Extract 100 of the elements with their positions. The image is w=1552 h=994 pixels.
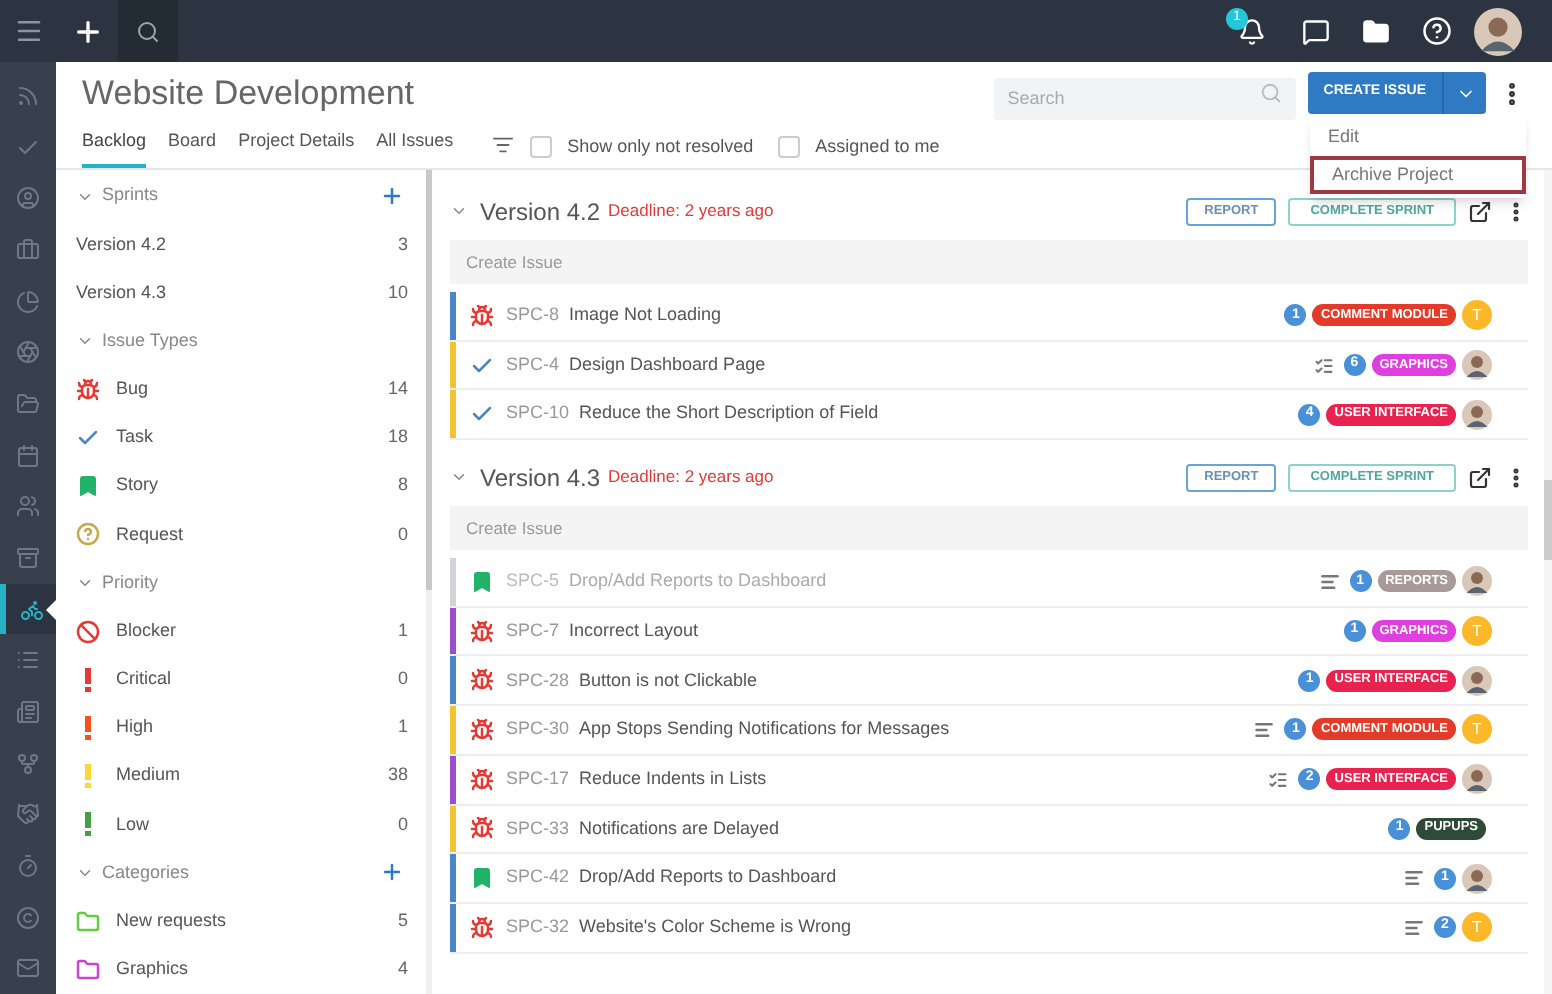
checkbox[interactable] <box>529 135 552 158</box>
assignee-avatar <box>1462 665 1492 696</box>
sprint-deadline: Deadline: 2 years ago <box>608 464 776 490</box>
sidebar-item[interactable]: Request 0 <box>76 510 408 559</box>
open-icon[interactable] <box>1468 199 1492 223</box>
nav-item[interactable] <box>0 583 56 635</box>
calendar-icon <box>16 443 40 468</box>
bug-icon <box>470 668 494 693</box>
feed-icon <box>16 83 40 108</box>
assignee-avatar <box>1462 399 1492 430</box>
issue-title: Website's Color Scheme is Wrong <box>579 913 853 940</box>
timer-icon <box>16 853 40 878</box>
search-button[interactable] <box>118 0 178 62</box>
help-icon[interactable] <box>1421 16 1451 46</box>
issue-key: SPC-10 <box>506 400 570 428</box>
sidebar-item[interactable]: High 1 <box>76 703 408 753</box>
briefcase-icon <box>16 237 40 262</box>
question-icon <box>76 522 100 547</box>
bug-icon <box>470 915 494 940</box>
folder-icon <box>16 391 40 416</box>
chevron-icon[interactable] <box>450 202 468 220</box>
issue-title: App Stops Sending Notifications for Messages <box>579 716 952 743</box>
section-title: Issue Types <box>102 327 200 354</box>
user-circle-icon <box>16 186 40 211</box>
menu-item[interactable]: Archive Project <box>1310 156 1526 194</box>
sidebar-item[interactable]: Version 4.2 3 <box>76 220 408 269</box>
sidebar-item[interactable]: Story 8 <box>76 462 408 511</box>
issue-title: Reduce the Short Description of Field <box>579 400 881 427</box>
dropdown-button[interactable] <box>1442 72 1486 114</box>
search-field[interactable]: Search <box>993 77 1296 119</box>
issue-title: Drop/Add Reports to Dashboard <box>579 864 839 891</box>
add-icon[interactable] <box>71 15 103 47</box>
sidebar-item[interactable]: New requests 5 <box>76 897 408 946</box>
bell-icon[interactable] <box>1238 17 1266 45</box>
bug-icon <box>470 303 494 328</box>
scrollbar[interactable] <box>426 170 432 590</box>
assignee-avatar <box>1462 863 1492 894</box>
assignee-avatar: T <box>1462 300 1492 331</box>
issue-key: SPC-30 <box>506 716 570 744</box>
check-icon <box>470 353 494 378</box>
sprint-deadline: Deadline: 2 years ago <box>608 198 776 224</box>
filter-label: Show only not resolved <box>567 133 754 160</box>
section-title: Priority <box>102 569 161 596</box>
tab[interactable]: Board <box>168 124 217 168</box>
sidebar-item[interactable]: Graphics 4 <box>76 945 408 994</box>
issue-title: Drop/Add Reports to Dashboard <box>569 568 829 595</box>
fork-icon <box>16 751 40 776</box>
chat-icon[interactable] <box>1302 17 1330 45</box>
aperture-icon <box>16 340 40 365</box>
issue-key: SPC-28 <box>506 667 570 695</box>
checkbox[interactable] <box>777 135 800 158</box>
archive-icon <box>16 545 40 570</box>
open-icon[interactable] <box>1468 465 1492 490</box>
sprint-title: Version 4.2 <box>480 195 601 229</box>
check-icon <box>76 425 100 450</box>
assignee-avatar: T <box>1462 714 1492 745</box>
menu-item[interactable]: Edit <box>1310 118 1526 156</box>
scrollbar[interactable] <box>1544 480 1552 560</box>
issue-key: SPC-42 <box>506 864 570 892</box>
mail-icon <box>16 956 40 981</box>
issue-title: Button is not Clickable <box>579 667 760 694</box>
bookmark-icon <box>470 569 494 594</box>
sidebar-item[interactable]: Version 4.3 10 <box>76 268 408 318</box>
issue-title: Image Not Loading <box>569 302 724 329</box>
check-icon <box>16 135 40 159</box>
sidebar-item[interactable]: Low 0 <box>76 800 408 849</box>
bike-icon <box>19 597 43 622</box>
bug-icon <box>470 619 494 644</box>
sidebar-item[interactable]: Medium 38 <box>76 752 408 801</box>
tab[interactable]: All Issues <box>376 124 454 168</box>
assignee-avatar <box>1462 566 1492 597</box>
bookmark-icon <box>470 866 494 891</box>
assignee-avatar: T <box>1462 912 1492 943</box>
pie-chart-icon <box>16 289 40 314</box>
bookmark-icon <box>76 474 100 499</box>
tab[interactable]: Backlog <box>82 124 147 168</box>
filter-icon[interactable] <box>491 134 514 156</box>
bug-icon <box>76 377 100 402</box>
sidebar-item[interactable]: Blocker 1 <box>76 607 408 656</box>
bug-icon <box>470 816 494 841</box>
assignee-avatar <box>1462 764 1492 795</box>
folder-icon[interactable] <box>1362 17 1390 45</box>
assignee-avatar: T <box>1462 616 1492 647</box>
issue-key: SPC-4 <box>506 351 560 379</box>
issue-title: Design Dashboard Page <box>569 351 768 378</box>
section-title: Sprints <box>102 182 161 209</box>
bug-icon <box>470 767 494 792</box>
issue-title: Reduce Indents in Lists <box>579 765 769 792</box>
tab[interactable]: Project Details <box>238 124 355 168</box>
sidebar-item[interactable]: Critical 0 <box>76 655 408 704</box>
search-icon <box>1259 82 1282 104</box>
sidebar-item[interactable]: Bug 14 <box>76 365 408 414</box>
issue-title: Notifications are Delayed <box>579 815 782 842</box>
menu-icon[interactable] <box>13 16 43 46</box>
newspaper-icon <box>16 699 40 724</box>
sidebar-item[interactable]: Task 18 <box>76 413 408 463</box>
project-title: Website Development <box>82 71 416 116</box>
assignee-avatar <box>1462 350 1492 381</box>
bug-icon <box>470 717 494 742</box>
sprint-title: Version 4.3 <box>480 461 601 496</box>
